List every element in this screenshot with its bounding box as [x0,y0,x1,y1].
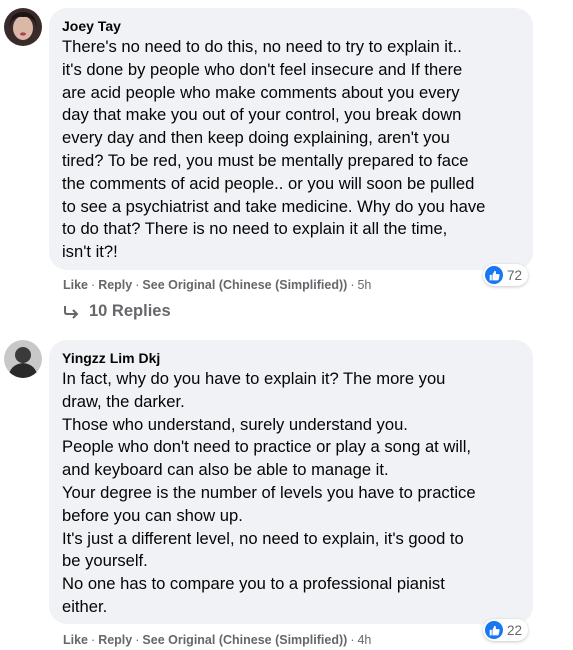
separator: · [135,278,140,292]
comment-bubble: Joey Tay There's no need to do this, no … [49,8,533,270]
view-replies-button[interactable]: 10 Replies [63,302,171,321]
thumbs-up-icon [485,266,503,284]
separator: · [91,278,96,292]
comment-author[interactable]: Yingzz Lim Dkj [62,349,521,367]
reply-link[interactable]: Reply [98,633,132,647]
reply-arrow-icon [64,305,79,319]
separator: · [350,633,355,647]
avatar[interactable] [4,340,42,378]
see-original-link[interactable]: See Original (Chinese (Simplified)) [142,278,347,292]
comment-bubble: Yingzz Lim Dkj In fact, why do you have … [49,340,533,624]
comment-text: In fact, why do you have to explain it? … [62,369,476,616]
comment-author[interactable]: Joey Tay [62,17,521,35]
reply-link[interactable]: Reply [98,278,132,292]
reaction-count: 22 [507,622,523,638]
separator: · [91,633,96,647]
comment-actions: Like · Reply · See Original (Chinese (Simpli… [63,278,371,292]
reaction-count-badge[interactable]: 72 [483,264,529,286]
timestamp[interactable]: 4h [357,633,371,647]
like-link[interactable]: Like [63,278,88,292]
timestamp[interactable]: 5h [357,278,371,292]
separator: · [350,278,355,292]
comment-actions: Like · Reply · See Original (Chinese (Simpli… [63,633,371,647]
thumbs-up-icon [485,621,503,639]
comment-text: There's no need to do this, no need to t… [62,37,486,262]
separator: · [135,633,140,647]
like-link[interactable]: Like [63,633,88,647]
replies-label: 10 Replies [89,302,171,320]
reaction-count: 72 [507,267,523,283]
see-original-link[interactable]: See Original (Chinese (Simplified)) [142,633,347,647]
avatar[interactable] [4,8,42,46]
reaction-count-badge[interactable]: 22 [483,619,529,641]
